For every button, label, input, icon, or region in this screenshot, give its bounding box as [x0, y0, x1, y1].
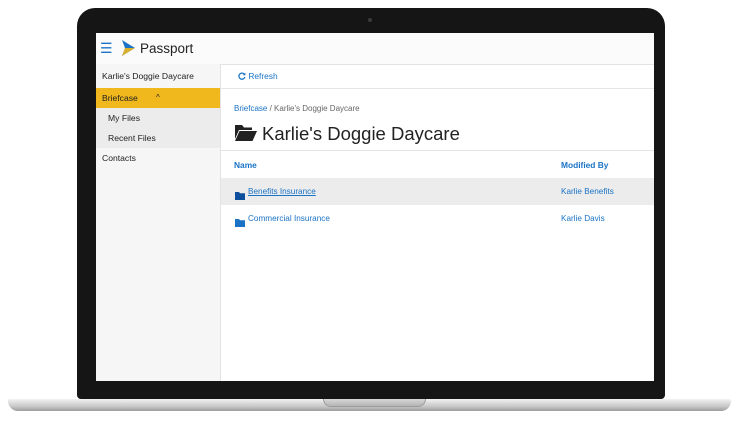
main-content: Refresh Briefcase / Karlie's Doggie Dayc… [221, 64, 654, 381]
sidebar-item-recent-files[interactable]: Recent Files [96, 128, 220, 148]
top-bar: ☰ Passport [96, 33, 654, 65]
sidebar-item-label: Recent Files [108, 133, 156, 143]
column-header-modified-by[interactable]: Modified By [561, 160, 608, 170]
sidebar-org[interactable]: Karlie's Doggie Daycare [96, 64, 220, 89]
sidebar-item-label: My Files [108, 113, 140, 123]
breadcrumb-current: Karlie's Doggie Daycare [274, 104, 360, 113]
chevron-up-icon: ^ [156, 93, 160, 102]
folder-open-icon [234, 123, 258, 147]
app-name: Passport [140, 41, 194, 56]
sidebar-item-label: Briefcase [102, 93, 138, 103]
sidebar-item-briefcase[interactable]: Briefcase ^ [96, 88, 220, 108]
sidebar-org-label: Karlie's Doggie Daycare [102, 71, 194, 81]
laptop-notch [323, 399, 426, 407]
app-screen: ☰ Passport Karlie's Doggie Daycare Brief… [96, 33, 654, 381]
breadcrumb-root[interactable]: Briefcase [234, 104, 267, 113]
table-row[interactable]: Commercial Insurance Karlie Davis [221, 205, 654, 232]
page-title: Karlie's Doggie Daycare [262, 123, 460, 144]
sidebar: Karlie's Doggie Daycare Briefcase ^ My F… [96, 64, 221, 381]
modified-by: Karlie Benefits [561, 187, 614, 196]
modified-by: Karlie Davis [561, 214, 605, 223]
toolbar: Refresh [221, 64, 654, 89]
sidebar-item-label: Contacts [102, 153, 136, 163]
sidebar-item-my-files[interactable]: My Files [96, 108, 220, 128]
table-header: Name Modified By [221, 150, 654, 179]
refresh-button[interactable]: Refresh [238, 71, 278, 81]
breadcrumb: Briefcase / Karlie's Doggie Daycare [234, 104, 360, 113]
file-name-link[interactable]: Benefits Insurance [248, 187, 316, 196]
folder-icon [235, 187, 245, 205]
table-row[interactable]: Benefits Insurance Karlie Benefits [221, 178, 654, 205]
passport-logo-icon [120, 39, 137, 62]
hamburger-icon[interactable]: ☰ [100, 40, 113, 56]
sidebar-item-contacts[interactable]: Contacts [96, 148, 220, 168]
refresh-label: Refresh [248, 71, 278, 81]
file-name-link[interactable]: Commercial Insurance [248, 214, 330, 223]
camera-dot [368, 18, 372, 22]
refresh-icon [238, 71, 248, 81]
column-header-name[interactable]: Name [234, 160, 257, 170]
folder-icon [235, 214, 245, 232]
